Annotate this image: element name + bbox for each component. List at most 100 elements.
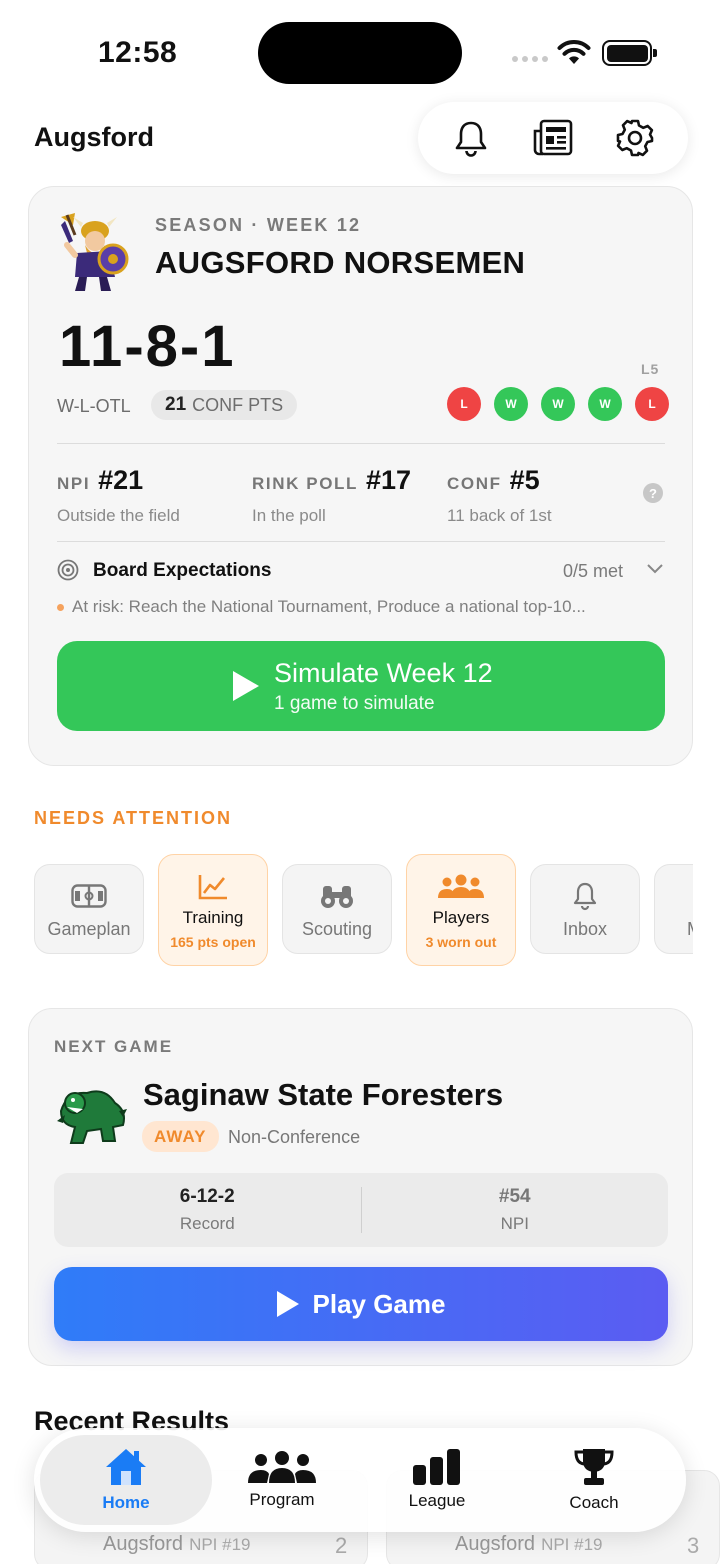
opponent-stats: 6-12-2 Record #54 NPI — [54, 1173, 668, 1247]
tab-label: League — [408, 1491, 466, 1510]
bell-icon — [573, 882, 597, 910]
result-team: Augsford — [455, 1533, 536, 1555]
record-format-label: W-L-OTL — [57, 396, 131, 416]
ranking-label: RINK POLL — [252, 474, 359, 493]
tile-players[interactable]: Players 3 worn out — [406, 854, 516, 966]
dynamic-island — [258, 22, 462, 84]
play-game-button[interactable]: Play Game — [54, 1267, 668, 1341]
ranking-npi: NPI #21 Outside the field — [57, 465, 180, 526]
simulate-subtitle: 1 game to simulate — [274, 692, 435, 714]
divider — [57, 443, 665, 444]
ranking-sub: 11 back of 1st — [447, 506, 552, 525]
result-team: Augsford — [103, 1533, 184, 1555]
game-type: Non-Conference — [228, 1127, 361, 1147]
tile-sub: 3 worn out — [425, 934, 497, 950]
ranking-value: #17 — [366, 465, 412, 495]
stat-label: Record — [179, 1214, 235, 1233]
trophy-icon — [574, 1449, 614, 1485]
tile-label: Training — [182, 908, 244, 927]
conf-points-badge: 21 CONF PTS — [151, 390, 298, 420]
status-bar: 12:58 — [0, 0, 720, 100]
tab-label: Program — [249, 1490, 315, 1509]
ranking-sub: Outside the field — [57, 506, 180, 525]
tile-label: Players — [432, 908, 490, 927]
tile-label: Scouting — [301, 918, 373, 939]
result-npi: NPI #19 — [541, 1535, 603, 1554]
play-game-label: Play Game — [312, 1288, 446, 1319]
board-expectations-title[interactable]: Board Expectations — [93, 560, 271, 582]
conf-points-label: CONF PTS — [192, 394, 284, 415]
simulate-title: Simulate Week 12 — [274, 657, 493, 688]
board-risk-line: At risk: Reach the National Tournament, … — [57, 597, 586, 617]
stat-value: #54 — [498, 1186, 531, 1207]
wifi-icon — [557, 40, 591, 64]
ranking-sub: In the poll — [252, 506, 326, 525]
tile-inbox[interactable]: Inbox — [530, 864, 640, 954]
status-time: 12:58 — [98, 36, 178, 69]
norsemen-logo — [61, 213, 129, 291]
ranking-label: NPI — [57, 474, 91, 493]
divider — [57, 541, 665, 542]
last-five-form: L W W W L — [447, 387, 669, 421]
location-badge: AWAY — [142, 1121, 219, 1152]
cellular-signal-icon — [512, 56, 548, 62]
binoculars-icon — [321, 885, 353, 908]
ranking-value: #21 — [98, 465, 144, 495]
tab-bar: Home Program League Coach — [34, 1428, 686, 1532]
notifications-button[interactable] — [441, 108, 501, 168]
conf-points-value: 21 — [165, 394, 187, 415]
tile-training[interactable]: Training 165 pts open — [158, 854, 268, 966]
needs-attention-label: NEEDS ATTENTION — [34, 808, 233, 828]
form-result: L — [447, 387, 481, 421]
newspaper-icon — [533, 119, 573, 156]
stat-value: 6-12-2 — [179, 1186, 235, 1207]
play-icon — [233, 671, 259, 701]
rink-icon — [71, 883, 107, 908]
tab-coach[interactable]: Coach — [514, 1428, 674, 1532]
battery-icon — [602, 40, 657, 66]
settings-button[interactable] — [605, 108, 665, 168]
tile-label: Gameplan — [47, 918, 131, 939]
tab-program[interactable]: Program — [202, 1428, 362, 1532]
group-icon — [438, 874, 484, 898]
team-record: 11-8-1 — [59, 314, 236, 379]
news-button[interactable] — [523, 108, 583, 168]
team-name: AUGSFORD NORSEMEN — [155, 245, 526, 280]
risk-dot — [57, 603, 64, 611]
form-result: W — [588, 387, 622, 421]
result-npi: NPI #19 — [189, 1535, 251, 1554]
form-result: W — [541, 387, 575, 421]
tile-scouting[interactable]: Scouting — [282, 864, 392, 954]
board-expectations-met: 0/5 met — [563, 561, 624, 581]
tile-gameplan[interactable]: Gameplan — [34, 864, 144, 954]
target-icon — [57, 559, 79, 581]
simulate-week-button[interactable]: Simulate Week 12 1 game to simulate — [57, 641, 665, 731]
ranking-value: #5 — [509, 465, 540, 495]
form-result: L — [635, 387, 669, 421]
page-title: Augsford — [34, 122, 154, 152]
gear-icon — [616, 119, 654, 157]
opponent-npi: #54 NPI — [362, 1173, 669, 1247]
stat-label: NPI — [500, 1214, 529, 1233]
opponent-name: Saginaw State Foresters — [143, 1077, 504, 1112]
tab-league[interactable]: League — [357, 1428, 517, 1532]
tab-label: Coach — [569, 1493, 619, 1512]
tile-label: Inbox — [562, 918, 608, 939]
bar-chart-icon — [413, 1449, 460, 1485]
help-icon[interactable]: ? — [643, 483, 663, 503]
tile-partial[interactable]: M — [654, 864, 693, 954]
form-result: W — [494, 387, 528, 421]
result-score: 3 — [687, 1533, 700, 1558]
season-card: SEASON · WEEK 12 AUGSFORD NORSEMEN 11-8-… — [28, 186, 693, 766]
tab-home[interactable]: Home — [46, 1428, 206, 1532]
last-five-label: L5 — [641, 361, 660, 377]
chevron-down-icon[interactable] — [645, 561, 665, 575]
tab-label: Home — [102, 1493, 150, 1512]
foresters-logo — [57, 1090, 127, 1144]
ranking-label: CONF — [447, 474, 502, 493]
bell-icon — [455, 121, 487, 157]
ranking-rink-poll: RINK POLL #17 In the poll — [252, 465, 411, 526]
play-icon — [276, 1291, 299, 1317]
next-game-card: NEXT GAME Saginaw State Foresters AWAY N… — [28, 1008, 693, 1366]
house-icon — [106, 1449, 146, 1485]
